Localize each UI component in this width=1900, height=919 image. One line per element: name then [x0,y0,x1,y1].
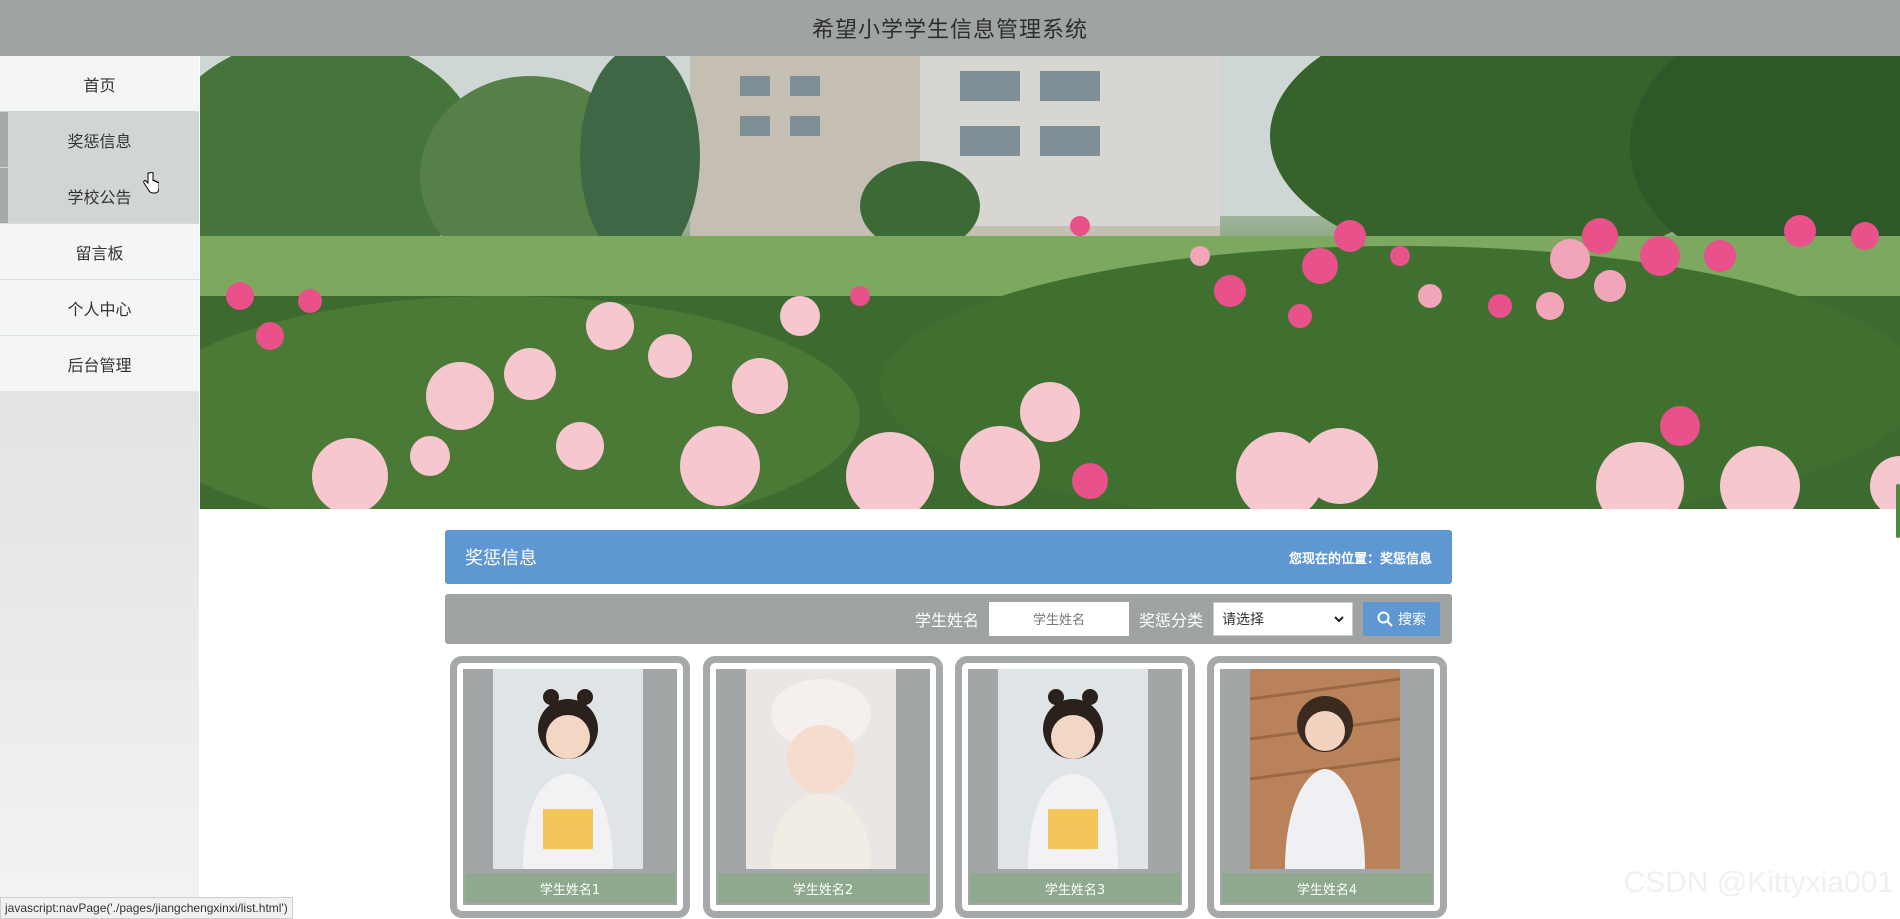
watermark: CSDN @Kittyxia001 [1623,866,1894,899]
page-title: 希望小学学生信息管理系统 [811,18,1088,43]
card-body: 学生姓名3 [968,669,1182,905]
student-name-input[interactable] [988,602,1129,636]
student-card[interactable]: 学生姓名3 [955,656,1195,918]
section-header: 奖惩信息 您现在的位置：奖惩信息 [445,530,1452,584]
section-title: 奖惩信息 [465,548,537,569]
student-card[interactable]: 学生姓名1 [450,656,690,918]
breadcrumb: 您现在的位置：奖惩信息 [1288,551,1432,567]
sidebar-item-label: 奖惩信息 [67,131,132,151]
student-name-bar: 学生姓名4 [1222,873,1432,903]
sidebar-item-label: 个人中心 [67,299,132,319]
search-button-label: 搜索 [1398,612,1426,628]
sidebar-item-rewards[interactable]: 奖惩信息 [0,112,199,167]
student-card[interactable]: 学生姓名4 [1207,656,1447,918]
student-name-label: 学生姓名 [914,611,979,630]
sidebar-item-label: 学校公告 [67,187,132,207]
category-selected-value: 请选择 [1222,612,1264,628]
sidebar-item-label: 后台管理 [67,355,132,375]
browser-status-bar: javascript:navPage('./pages/jiangchengxi… [0,897,293,919]
sidebar-item-home[interactable]: 首页 [0,56,199,111]
student-photo [493,669,643,869]
top-header: 希望小学学生信息管理系统 [0,0,1900,56]
student-photo [746,669,896,869]
sidebar-item-notices[interactable]: 学校公告 [0,168,199,223]
search-button[interactable]: 搜索 [1363,602,1440,636]
search-bar: 学生姓名 奖惩分类 请选择 搜索 [445,594,1452,644]
hand-cursor-icon [143,172,159,194]
student-name-bar: 学生姓名3 [970,873,1180,903]
sidebar-item-admin[interactable]: 后台管理 [0,336,199,391]
student-name-bar: 学生姓名1 [465,873,675,903]
student-photo [998,669,1148,869]
sidebar-item-personal-center[interactable]: 个人中心 [0,280,199,335]
banner-carousel[interactable] [200,56,1900,509]
category-select[interactable]: 请选择 [1213,602,1353,636]
student-card[interactable]: 学生姓名2 [703,656,943,918]
scrollbar-thumb[interactable] [1896,484,1900,538]
sidebar-item-label: 首页 [83,75,116,95]
chevron-down-icon [1334,616,1344,623]
sidebar: 首页 奖惩信息 学校公告 留言板 个人中心 后台管理 [0,56,199,918]
card-body: 学生姓名4 [1220,669,1434,905]
student-card-list: 学生姓名1 学生姓名2 学生姓名3 学生姓名4 [450,656,1450,918]
sidebar-item-label: 留言板 [75,243,124,263]
card-body: 学生姓名2 [716,669,930,905]
student-photo [1250,669,1400,869]
category-label: 奖惩分类 [1138,611,1203,630]
banner-image [200,56,1900,509]
search-icon [1377,611,1393,627]
sidebar-item-message-board[interactable]: 留言板 [0,224,199,279]
card-body: 学生姓名1 [463,669,677,905]
student-name-bar: 学生姓名2 [718,873,928,903]
